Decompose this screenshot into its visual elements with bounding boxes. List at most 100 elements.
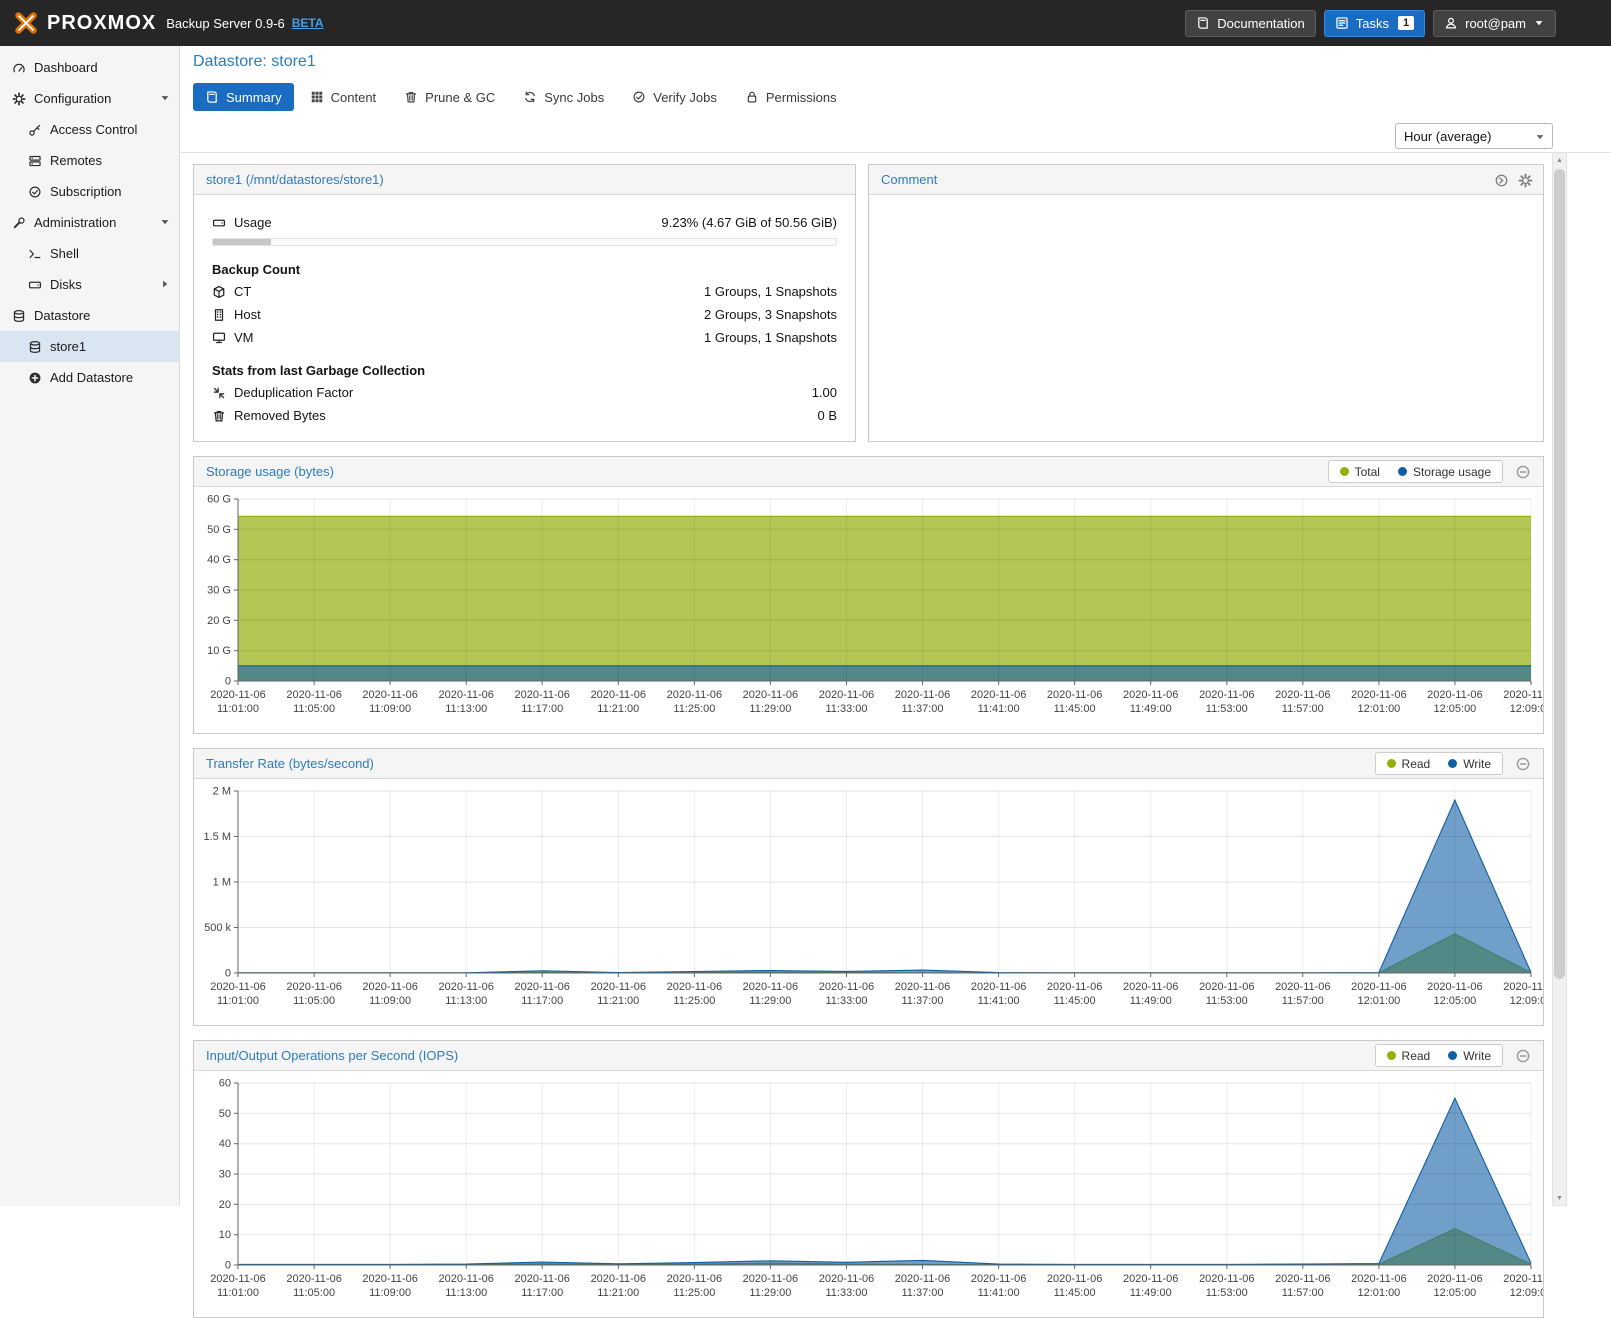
comment-panel-header: Comment (869, 165, 1543, 195)
scroll-up-arrow[interactable]: ▲ (1553, 153, 1566, 167)
plus-circle-icon (28, 371, 42, 385)
iops-legend: Read Write (1375, 1044, 1503, 1067)
svg-text:11:25:00: 11:25:00 (673, 703, 715, 715)
svg-text:11:53:00: 11:53:00 (1206, 1287, 1248, 1299)
legend-read[interactable]: Read (1387, 757, 1431, 771)
removed-bytes-label: Removed Bytes (234, 408, 326, 423)
sidebar-item-access-control[interactable]: Access Control (0, 114, 179, 145)
legend-label: Write (1463, 757, 1491, 771)
sidebar-item-label: Configuration (34, 91, 111, 106)
svg-text:11:13:00: 11:13:00 (445, 1287, 487, 1299)
sidebar-item-remotes[interactable]: Remotes (0, 145, 179, 176)
sidebar-item-datastore[interactable]: Datastore (0, 300, 179, 331)
svg-text:2020-11-06: 2020-11-06 (895, 981, 950, 993)
sidebar-item-label: Remotes (50, 153, 102, 168)
svg-text:11:17:00: 11:17:00 (521, 703, 563, 715)
sidebar-item-label: Add Datastore (50, 370, 133, 385)
usage-progress (212, 238, 837, 246)
tab-label: Prune & GC (425, 90, 495, 105)
svg-text:11:05:00: 11:05:00 (293, 703, 335, 715)
sidebar-item-subscription[interactable]: Subscription (0, 176, 179, 207)
sidebar-item-configuration[interactable]: Configuration (0, 83, 179, 114)
tasks-button[interactable]: Tasks 1 (1324, 10, 1425, 37)
legend-write[interactable]: Write (1448, 1049, 1491, 1063)
svg-text:11:49:00: 11:49:00 (1130, 1287, 1172, 1299)
key-icon (28, 123, 42, 137)
topbar-actions: Documentation Tasks 1 root@pam (1185, 10, 1556, 37)
svg-text:2020-11-06: 2020-11-06 (895, 1273, 950, 1285)
legend-dot (1387, 759, 1396, 768)
collapse-icon[interactable] (1515, 464, 1531, 480)
svg-text:1.5 M: 1.5 M (203, 831, 231, 843)
storage-usage-legend: Total Storage usage (1328, 460, 1503, 483)
lock-icon (745, 90, 759, 104)
tab-content[interactable]: Content (298, 83, 389, 111)
svg-text:2020-11-06: 2020-11-06 (895, 689, 950, 701)
sidebar-item-store1[interactable]: store1 (0, 331, 179, 362)
tab-label: Permissions (766, 90, 837, 105)
scrollbar-thumb[interactable] (1554, 169, 1565, 979)
svg-text:11:41:00: 11:41:00 (978, 1287, 1020, 1299)
host-value: 2 Groups, 3 Snapshots (704, 307, 837, 322)
legend-read[interactable]: Read (1387, 1049, 1431, 1063)
sidebar-item-disks[interactable]: Disks (0, 269, 179, 300)
sidebar-item-label: Access Control (50, 122, 137, 137)
chevron-down-icon[interactable] (159, 92, 171, 104)
scroll-down-arrow[interactable]: ▼ (1553, 1191, 1566, 1205)
summary-panel-title: store1 (/mnt/datastores/store1) (206, 172, 384, 187)
tabbar: Summary Content Prune & GC Sync Jobs Ver… (193, 83, 849, 111)
svg-text:11:29:00: 11:29:00 (749, 1287, 791, 1299)
sidebar-item-shell[interactable]: Shell (0, 238, 179, 269)
svg-text:11:33:00: 11:33:00 (825, 995, 867, 1007)
ct-row: CT 1 Groups, 1 Snapshots (212, 282, 837, 301)
tab-prune-gc[interactable]: Prune & GC (392, 83, 507, 111)
svg-text:10: 10 (219, 1229, 231, 1241)
legend-label: Storage usage (1413, 465, 1491, 479)
vertical-scrollbar[interactable]: ▲ ▼ (1552, 152, 1567, 1206)
timeframe-select[interactable]: Hour (average) (1395, 123, 1553, 149)
tab-permissions[interactable]: Permissions (733, 83, 849, 111)
svg-text:11:37:00: 11:37:00 (901, 1287, 943, 1299)
svg-text:12:09:00: 12:09:00 (1510, 703, 1543, 715)
sidebar-item-dashboard[interactable]: Dashboard (0, 52, 179, 83)
collapse-icon[interactable] (1515, 756, 1531, 772)
check-circle-icon (632, 90, 646, 104)
chevron-down-icon[interactable] (159, 216, 171, 228)
beta-link[interactable]: BETA (292, 16, 324, 30)
transfer-rate-chart: 0500 k1 M1.5 M2 M2020-11-0611:01:002020-… (194, 781, 1543, 1021)
sidebar-item-add-datastore[interactable]: Add Datastore (0, 362, 179, 393)
svg-text:12:09:00: 12:09:00 (1510, 995, 1543, 1007)
svg-text:11:13:00: 11:13:00 (445, 995, 487, 1007)
comment-panel-body[interactable] (869, 195, 1543, 440)
iops-body: 01020304050602020-11-0611:01:002020-11-0… (194, 1071, 1543, 1316)
chevron-right-icon[interactable] (159, 278, 171, 290)
user-menu-button[interactable]: root@pam (1433, 10, 1556, 37)
iops-header: Input/Output Operations per Second (IOPS… (194, 1041, 1543, 1071)
tab-sync-jobs[interactable]: Sync Jobs (511, 83, 616, 111)
circle-arrow-icon[interactable] (1494, 173, 1509, 188)
legend-total[interactable]: Total (1340, 465, 1380, 479)
svg-text:2020-11-06: 2020-11-06 (1275, 981, 1330, 993)
sidebar-item-administration[interactable]: Administration (0, 207, 179, 238)
svg-text:2020-11-06: 2020-11-06 (667, 689, 722, 701)
svg-text:500 k: 500 k (204, 922, 231, 934)
legend-write[interactable]: Write (1448, 757, 1491, 771)
collapse-icon[interactable] (1515, 1048, 1531, 1064)
tab-summary[interactable]: Summary (193, 83, 294, 111)
tab-verify-jobs[interactable]: Verify Jobs (620, 83, 729, 111)
svg-text:60 G: 60 G (207, 494, 231, 506)
transfer-rate-body: 0500 k1 M1.5 M2 M2020-11-0611:01:002020-… (194, 779, 1543, 1024)
gear-icon[interactable] (1518, 173, 1533, 188)
dedup-label: Deduplication Factor (234, 385, 353, 400)
svg-text:2020-11-06: 2020-11-06 (514, 981, 569, 993)
svg-text:11:49:00: 11:49:00 (1130, 703, 1172, 715)
sidebar-item-label: Dashboard (34, 60, 98, 75)
trash-icon (404, 90, 418, 104)
svg-text:2020-11-06: 2020-11-06 (286, 981, 341, 993)
chevron-down-icon (1533, 17, 1545, 29)
documentation-button[interactable]: Documentation (1185, 10, 1315, 37)
svg-text:0: 0 (225, 676, 231, 688)
proxmox-logo: PROXMOX (12, 9, 156, 37)
legend-storage-usage[interactable]: Storage usage (1398, 465, 1491, 479)
svg-text:11:41:00: 11:41:00 (978, 995, 1020, 1007)
